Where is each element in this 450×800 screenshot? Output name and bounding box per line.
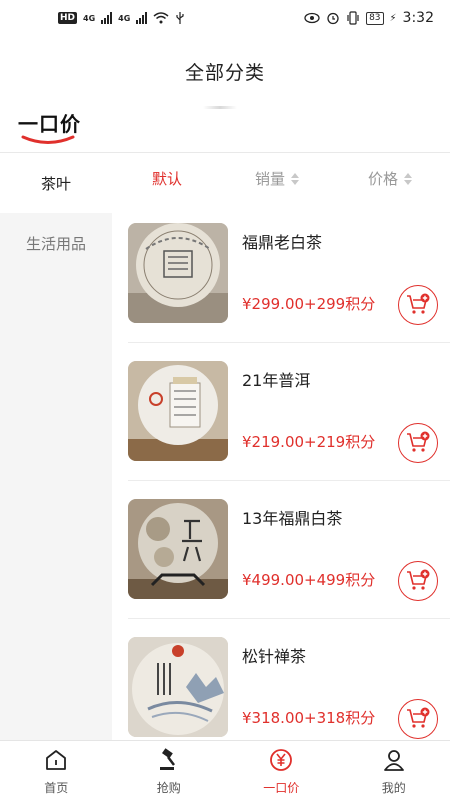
sidebar-item-daily-goods[interactable]: 生活用品 bbox=[0, 213, 112, 273]
tab-label: 一口价 bbox=[263, 781, 300, 795]
sort-arrows-icon bbox=[291, 172, 300, 185]
cart-add-icon bbox=[407, 569, 430, 590]
tab-fixed-price[interactable]: 一口价 bbox=[225, 741, 338, 800]
clock: 3:32 bbox=[402, 10, 434, 26]
category-sidebar: 茶叶 生活用品 bbox=[0, 153, 112, 740]
hd-badge: HD bbox=[58, 12, 78, 24]
sort-default-label: 默认 bbox=[152, 170, 183, 188]
product-image bbox=[128, 223, 228, 323]
bottom-tab-bar: 首页 抢购 一口价 我的 bbox=[0, 740, 450, 800]
sort-price[interactable]: 价格 bbox=[368, 168, 413, 189]
usb-icon bbox=[176, 12, 184, 24]
product-card[interactable]: 福鼎老白茶 ¥299.00+299积分 bbox=[112, 205, 450, 343]
signal-icon bbox=[101, 12, 113, 24]
cart-add-icon bbox=[407, 707, 430, 728]
sidebar-item-tea[interactable]: 茶叶 bbox=[0, 153, 112, 213]
wifi-icon bbox=[153, 12, 169, 24]
product-name: 松针禅茶 bbox=[242, 647, 307, 666]
product-name: 13年福鼎白茶 bbox=[242, 509, 343, 528]
vibrate-icon bbox=[347, 11, 359, 25]
product-price: ¥219.00+219积分 bbox=[242, 433, 376, 451]
page-title: 全部分类 bbox=[184, 62, 265, 84]
product-name: 福鼎老白茶 bbox=[242, 233, 323, 252]
tab-label: 我的 bbox=[381, 781, 406, 795]
product-name: 21年普洱 bbox=[242, 371, 311, 390]
eye-icon bbox=[304, 12, 320, 24]
battery-icon: 83 bbox=[366, 11, 384, 25]
user-icon bbox=[381, 747, 407, 773]
status-bar: HD 4G 4G 83 ⚡ 3:32 bbox=[0, 0, 450, 36]
sidebar-item-label: 生活用品 bbox=[25, 234, 86, 253]
add-to-cart-button[interactable] bbox=[398, 699, 438, 739]
brand-logo: 一口价 bbox=[18, 108, 81, 144]
product-card[interactable]: 松针禅茶 ¥318.00+318积分 bbox=[112, 619, 450, 757]
network-type-1: 4G bbox=[83, 13, 96, 23]
product-price: ¥499.00+499积分 bbox=[242, 571, 376, 589]
sort-price-label: 价格 bbox=[368, 170, 399, 188]
tab-flash-sale[interactable]: 抢购 bbox=[113, 741, 226, 800]
product-card[interactable]: 13年福鼎白茶 ¥499.00+499积分 bbox=[112, 481, 450, 619]
product-price: ¥299.00+299积分 bbox=[242, 295, 376, 313]
product-price: ¥318.00+318积分 bbox=[242, 709, 376, 727]
sort-sales-label: 销量 bbox=[255, 170, 286, 188]
add-to-cart-button[interactable] bbox=[398, 423, 438, 463]
status-left: HD 4G 4G bbox=[58, 11, 185, 25]
tab-profile[interactable]: 我的 bbox=[338, 741, 450, 800]
add-to-cart-button[interactable] bbox=[398, 285, 438, 325]
add-to-cart-button[interactable] bbox=[398, 561, 438, 601]
product-card[interactable]: 21年普洱 ¥219.00+219积分 bbox=[112, 343, 450, 481]
title-divider bbox=[203, 106, 237, 109]
tab-home[interactable]: 首页 bbox=[0, 741, 113, 800]
status-right: 83 ⚡ 3:32 bbox=[304, 10, 434, 26]
sort-arrows-icon bbox=[404, 172, 413, 185]
cart-add-icon bbox=[407, 431, 430, 452]
product-image bbox=[128, 637, 228, 737]
auction-hammer-icon bbox=[156, 747, 182, 773]
sidebar-item-label: 茶叶 bbox=[40, 174, 71, 193]
signal-icon-2 bbox=[136, 12, 148, 24]
charging-icon: ⚡ bbox=[389, 12, 397, 24]
cart-add-icon bbox=[407, 293, 430, 314]
product-image bbox=[128, 499, 228, 599]
brand-swoosh bbox=[21, 135, 75, 144]
brand-text: 一口价 bbox=[18, 112, 81, 136]
sort-sales[interactable]: 销量 bbox=[255, 168, 300, 189]
alarm-icon bbox=[327, 12, 339, 25]
tab-label: 抢购 bbox=[156, 781, 181, 795]
product-image bbox=[128, 361, 228, 461]
home-icon bbox=[43, 747, 69, 773]
yen-icon bbox=[268, 747, 294, 773]
sort-default[interactable]: 默认 bbox=[152, 168, 182, 189]
tab-label: 首页 bbox=[44, 781, 69, 795]
network-type-2: 4G bbox=[118, 13, 131, 23]
